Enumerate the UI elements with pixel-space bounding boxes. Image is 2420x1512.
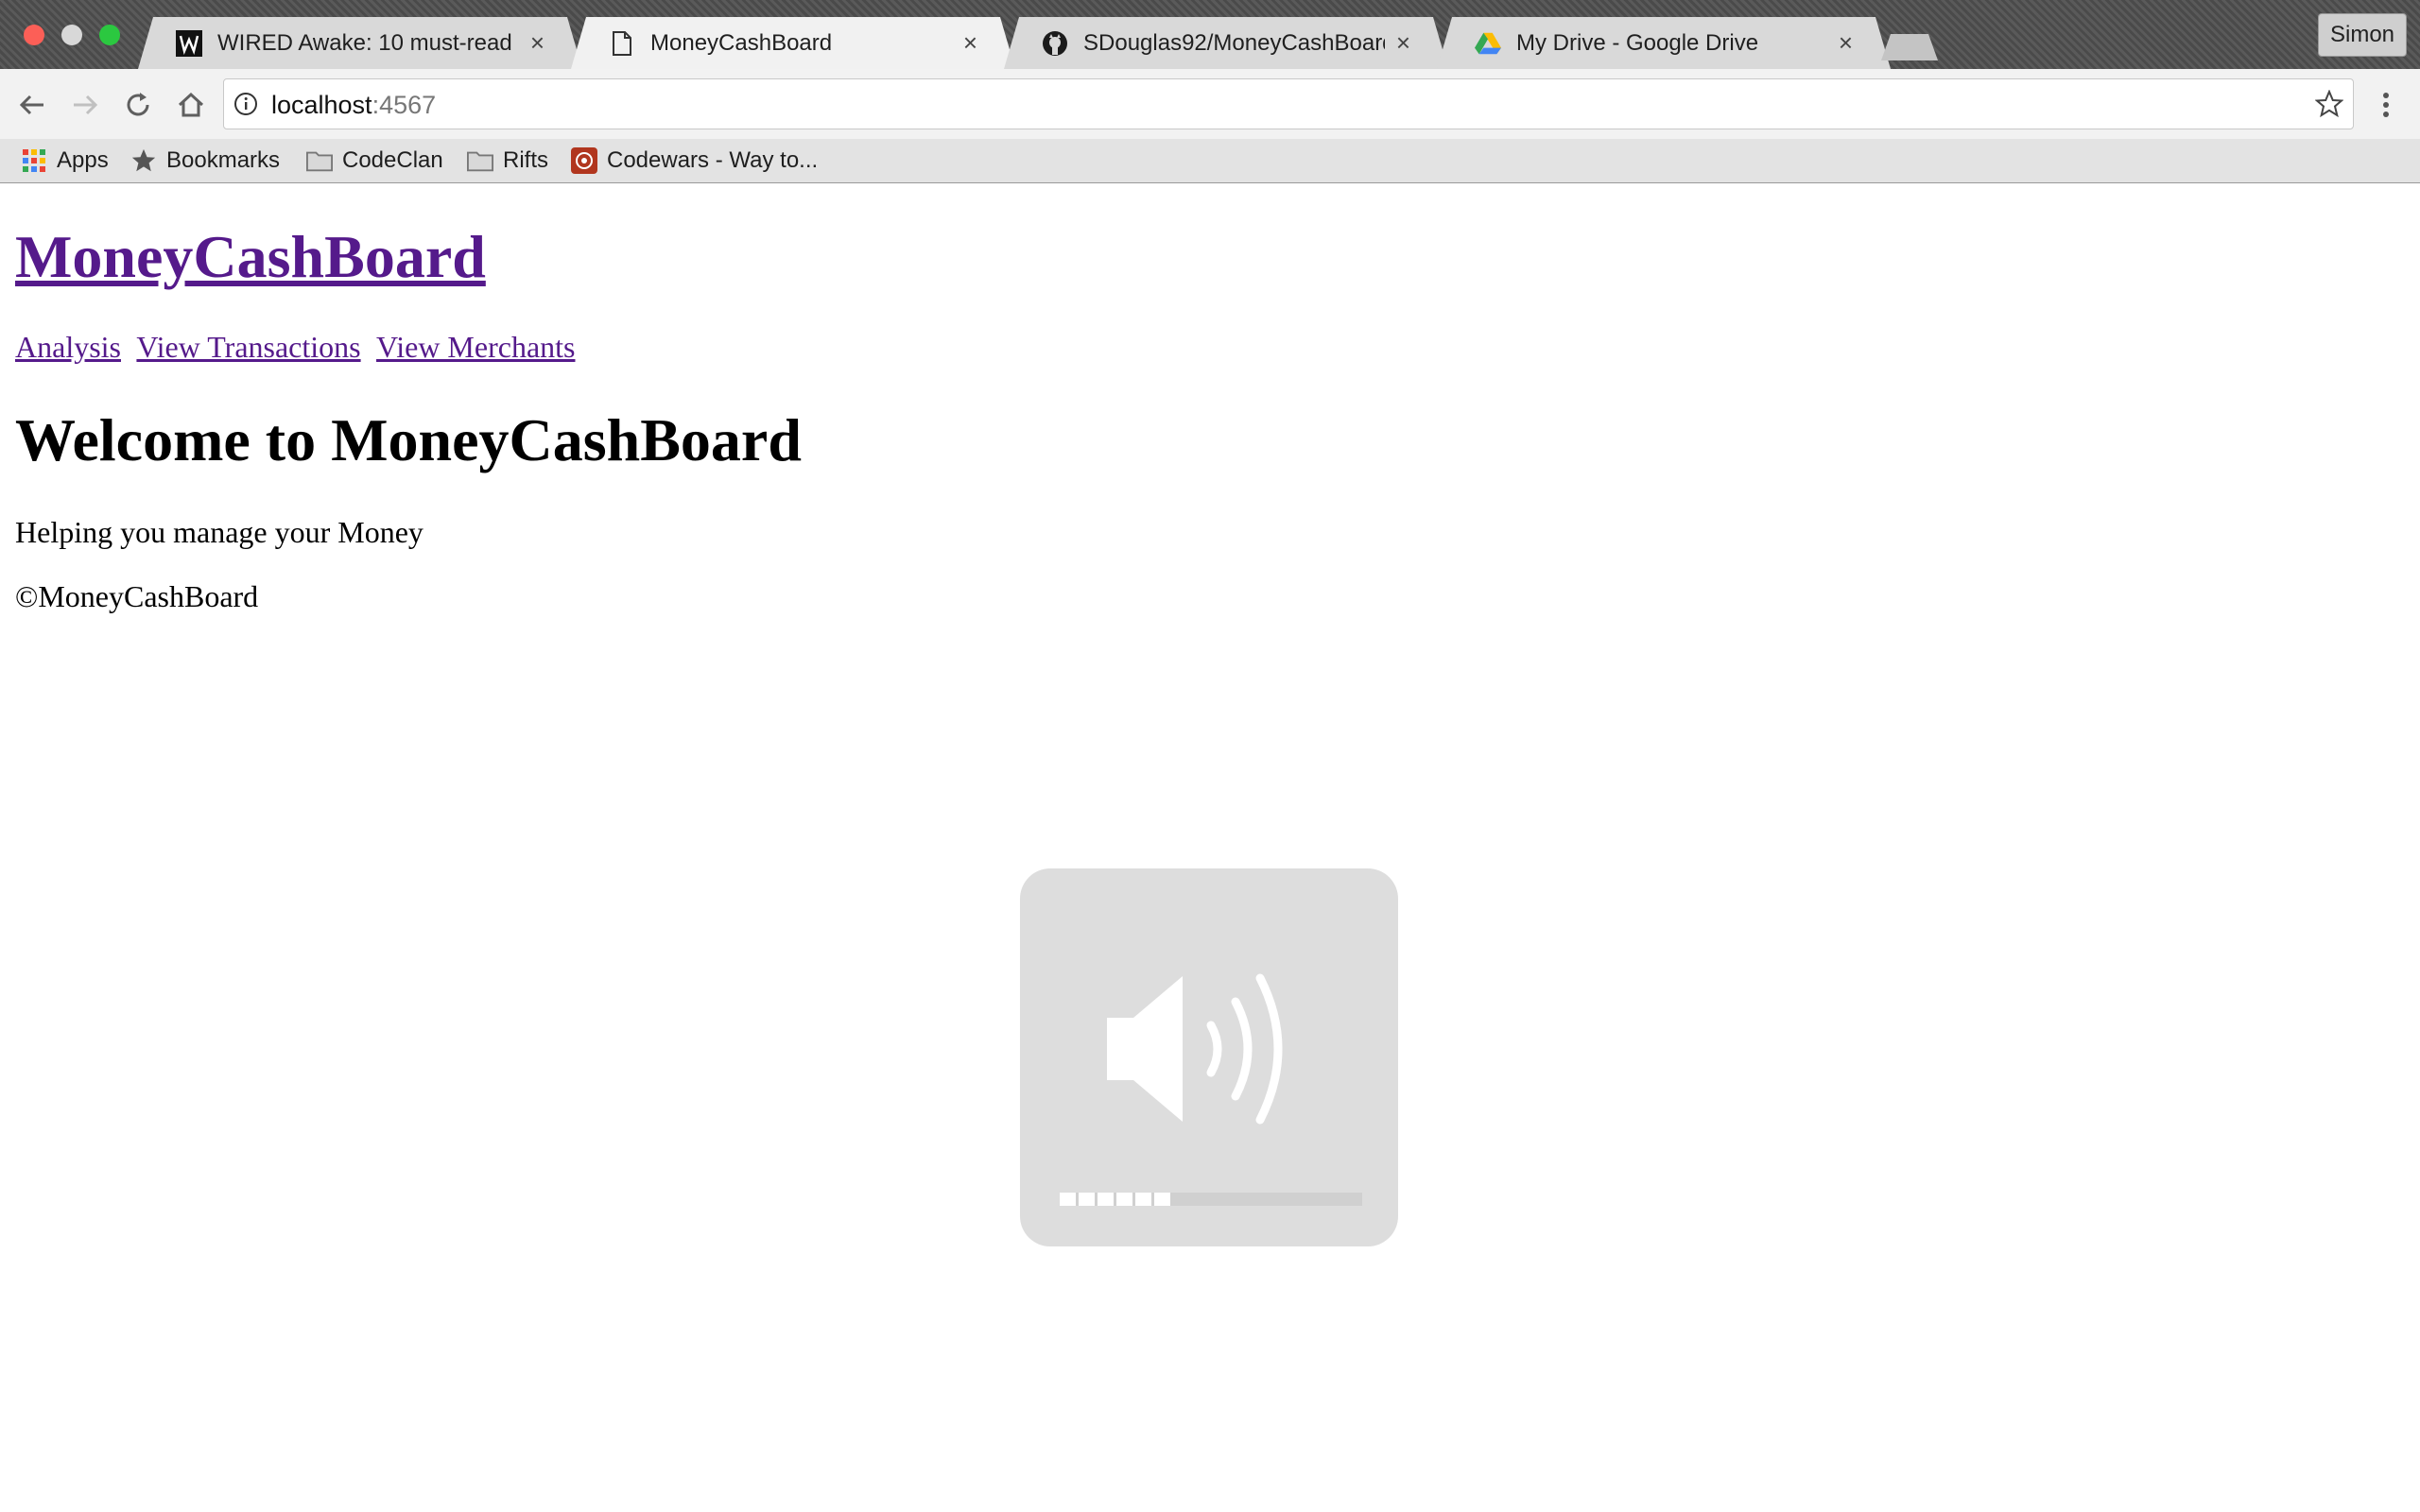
site-nav: Analysis View Transactions View Merchant… [15, 330, 583, 365]
volume-hud [1020, 868, 1398, 1246]
bookmark-codewars[interactable]: Codewars - Way to... [571, 145, 818, 177]
bookmarks-bar: Apps Bookmarks CodeClan Rifts Codewars -… [0, 139, 2420, 183]
volume-segment [1079, 1193, 1095, 1206]
tab-close-icon[interactable]: × [530, 28, 544, 58]
nav-view-merchants-link[interactable]: View Merchants [376, 330, 575, 364]
bookmark-apps[interactable]: Apps [21, 145, 109, 177]
welcome-heading: Welcome to MoneyCashBoard [15, 406, 802, 473]
info-icon[interactable] [233, 92, 258, 116]
nav-view-transactions-link[interactable]: View Transactions [136, 330, 360, 364]
google-drive-icon [1475, 30, 1501, 57]
folder-icon [306, 147, 333, 174]
wired-icon [176, 30, 202, 57]
bookmark-codeclan-folder[interactable]: CodeClan [306, 145, 443, 177]
minimize-window-button[interactable] [61, 25, 82, 45]
bookmark-label: Rifts [503, 147, 548, 173]
volume-segment [1060, 1193, 1076, 1206]
tab-moneycashboard[interactable]: MoneyCashBoard × [571, 17, 1015, 69]
tab-title: MoneyCashBoard [650, 29, 833, 56]
tab-close-icon[interactable]: × [1396, 28, 1410, 58]
url-port: :4567 [372, 91, 437, 119]
bookmark-label: Apps [57, 147, 109, 173]
tab-wired[interactable]: WIRED Awake: 10 must-read a × [138, 17, 582, 69]
browser-chrome: WIRED Awake: 10 must-read a × MoneyCashB… [0, 0, 2420, 183]
tab-github[interactable]: SDouglas92/MoneyCashBoard × [1004, 17, 1448, 69]
volume-segment [1154, 1193, 1170, 1206]
menu-dots-icon[interactable] [2375, 88, 2397, 122]
tab-title: WIRED Awake: 10 must-read a [217, 29, 519, 56]
github-icon [1042, 30, 1068, 57]
bookmark-label: Bookmarks [166, 147, 281, 173]
new-tab-button[interactable] [1881, 34, 1938, 60]
bookmark-star-icon[interactable] [2314, 89, 2344, 118]
close-window-button[interactable] [24, 25, 44, 45]
apps-grid-icon [21, 147, 47, 174]
page-icon [609, 30, 635, 57]
bookmark-rifts-folder[interactable]: Rifts [467, 145, 548, 177]
footer-copyright: ©MoneyCashBoard [15, 579, 259, 613]
speaker-volume-icon [1107, 973, 1283, 1125]
volume-level-bar [1060, 1193, 1362, 1206]
bookmark-label: CodeClan [342, 147, 443, 173]
site-title-link[interactable]: MoneyCashBoard [15, 222, 486, 292]
reload-icon[interactable] [121, 88, 155, 122]
folder-icon [467, 147, 493, 174]
url-text: localhost:4567 [271, 91, 436, 120]
tab-google-drive[interactable]: My Drive - Google Drive × [1437, 17, 1891, 69]
tab-title: My Drive - Google Drive [1516, 29, 1759, 56]
tab-close-icon[interactable]: × [1839, 28, 1853, 58]
profile-button[interactable]: Simon [2318, 13, 2407, 57]
tagline: Helping you manage your Money [15, 515, 424, 549]
tab-close-icon[interactable]: × [963, 28, 977, 58]
forward-icon[interactable] [68, 88, 102, 122]
tab-title: SDouglas92/MoneyCashBoard [1083, 29, 1385, 56]
star-icon [130, 147, 157, 174]
zoom-window-button[interactable] [99, 25, 120, 45]
codewars-icon [571, 147, 597, 174]
tab-strip: WIRED Awake: 10 must-read a × MoneyCashB… [0, 0, 2420, 69]
address-bar[interactable]: localhost:4567 [223, 78, 2354, 129]
home-icon[interactable] [174, 88, 208, 122]
nav-analysis-link[interactable]: Analysis [15, 330, 121, 364]
bookmark-label: Codewars - Way to... [607, 147, 819, 173]
volume-segment [1098, 1193, 1114, 1206]
bookmark-bookmarks-folder[interactable]: Bookmarks [130, 145, 280, 177]
volume-segment [1135, 1193, 1151, 1206]
browser-toolbar: localhost:4567 [0, 69, 2420, 139]
volume-segment [1116, 1193, 1132, 1206]
url-host: localhost [271, 91, 372, 119]
back-icon[interactable] [15, 88, 49, 122]
